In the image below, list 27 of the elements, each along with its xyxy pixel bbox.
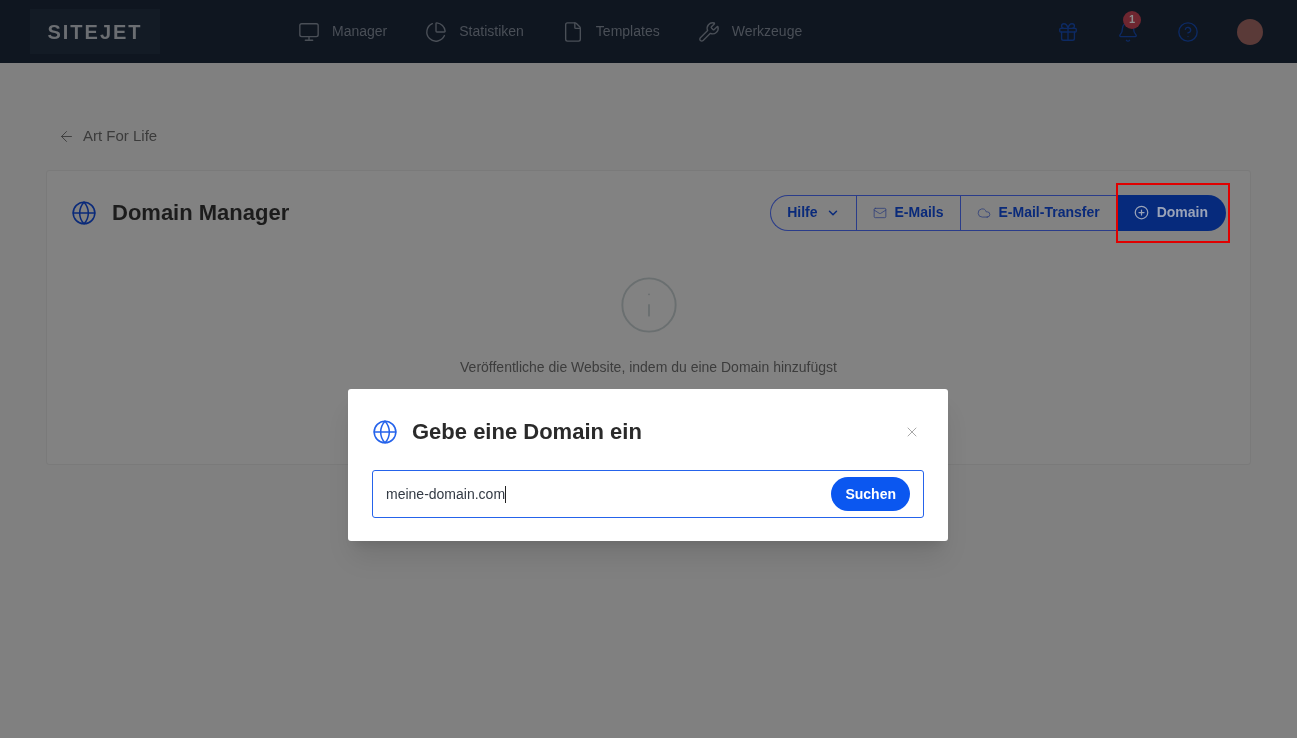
plus-icon xyxy=(1133,205,1149,220)
help-icon[interactable] xyxy=(1177,20,1199,43)
globe-icon xyxy=(71,199,97,226)
logo[interactable]: SITEJET xyxy=(30,9,160,54)
search-button[interactable]: Suchen xyxy=(831,477,910,511)
toolbar-button[interactable]: E-Mail-Transfer xyxy=(959,194,1116,231)
add-domain-button[interactable]: Domain xyxy=(1115,194,1226,231)
nav-link[interactable]: Statistiken xyxy=(425,20,524,43)
globe-icon xyxy=(372,418,398,445)
notification-badge: 1 xyxy=(1123,10,1141,29)
nav-link[interactable]: Werkzeuge xyxy=(697,20,803,43)
empty-message: Veröffentliche die Website, indem du eine Domain hinzufügst xyxy=(460,357,837,377)
tools-icon xyxy=(697,20,720,43)
nav-link[interactable]: Templates xyxy=(561,20,660,43)
domain-input-field[interactable]: meine-domain.com Suchen xyxy=(372,470,924,518)
pie-chart-icon xyxy=(425,20,448,43)
avatar[interactable] xyxy=(1237,18,1263,45)
back-link[interactable]: Art For Life xyxy=(58,125,158,148)
gift-icon[interactable] xyxy=(1057,20,1079,43)
text-cursor xyxy=(505,485,507,503)
panel-title: Domain Manager xyxy=(112,199,290,227)
cloud-icon xyxy=(976,205,991,220)
mail-icon xyxy=(872,205,887,220)
toolbar-button[interactable]: E-Mails xyxy=(855,194,960,231)
monitor-icon xyxy=(298,20,320,43)
dialog-title: Gebe eine Domain ein xyxy=(412,418,642,446)
nav-link[interactable]: Manager xyxy=(298,20,388,43)
